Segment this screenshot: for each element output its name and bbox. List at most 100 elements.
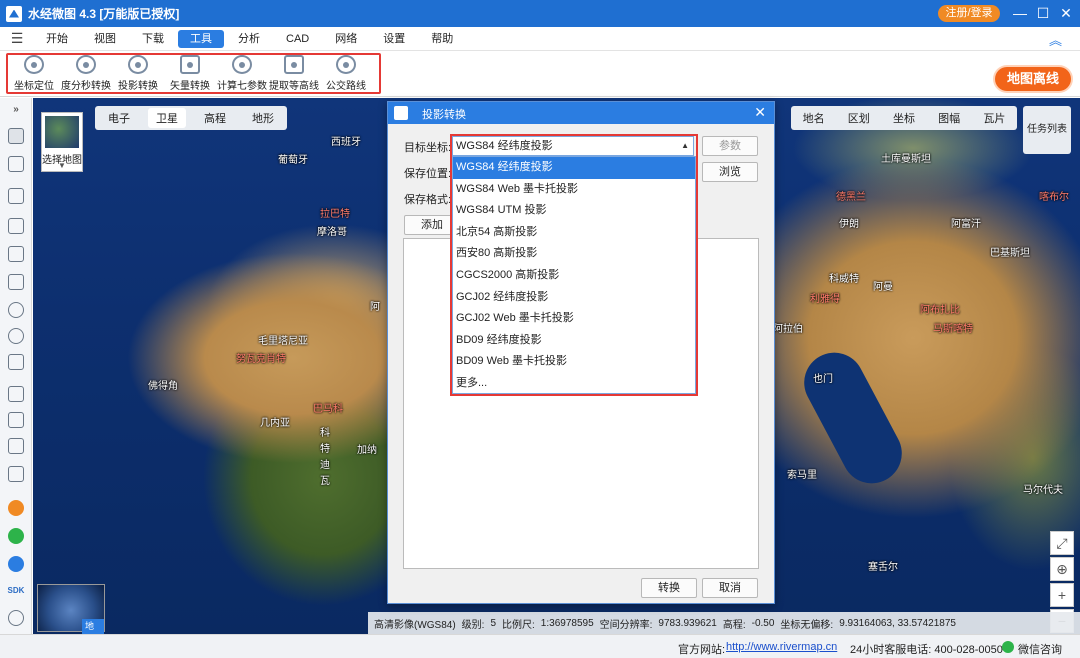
tool-label: 度分秒转换 (61, 81, 111, 92)
map-offline-button[interactable]: 地图离线 (995, 67, 1071, 91)
vector-convert-tool[interactable]: 矢量转换 (164, 55, 216, 92)
polyline-icon[interactable] (8, 218, 24, 234)
tab-electronic[interactable]: 电子 (100, 108, 138, 128)
option-wgs84-web-mercator[interactable]: WGS84 Web 墨卡托投影 (453, 179, 695, 201)
menu-view[interactable]: 视图 (82, 30, 128, 48)
wechat-icon (1002, 641, 1014, 653)
map-label: 巴基斯坦 (990, 248, 1030, 259)
tab-coordinate[interactable]: 坐标 (893, 110, 915, 126)
map-label: 马尔代夫 (1023, 485, 1063, 496)
pan-hand-icon[interactable] (8, 128, 24, 144)
fullscreen-icon[interactable]: ⤢ (1050, 531, 1074, 555)
option-bd09-web-mercator[interactable]: BD09 Web 墨卡托投影 (453, 351, 695, 373)
menu-cad[interactable]: CAD (274, 30, 321, 48)
expand-icon[interactable]: » (0, 104, 32, 115)
share-icon[interactable] (8, 556, 24, 572)
collapse-ribbon-icon[interactable]: ︽ (1049, 30, 1062, 49)
map-label: 迪 (320, 460, 330, 471)
map-label: 索马里 (787, 470, 817, 481)
circle-icon[interactable] (8, 302, 24, 318)
select-arrow-icon[interactable] (8, 156, 24, 172)
map-status-bar: 高清影像(WGS84) 级别: 5 比例尺: 1:36978595 空间分辨率:… (368, 612, 1080, 634)
cancel-button[interactable]: 取消 (702, 578, 758, 598)
projection-dialog: 投影转换 ✕ 目标坐标: WGS84 经纬度投影 ▲ 参数 保存位置: 浏览 保… (387, 101, 775, 604)
moon-icon[interactable] (8, 328, 24, 344)
status-source: 高清影像(WGS84) (374, 619, 456, 631)
save-format-label: 保存格式: (404, 194, 452, 206)
globe-toggle[interactable]: 地球 (37, 584, 105, 634)
map-label: 毛里塔尼亚 (258, 336, 308, 347)
map-label: 马斯喀特 (933, 324, 973, 335)
option-beijing54-gauss[interactable]: 北京54 高斯投影 (453, 222, 695, 244)
option-xian80-gauss[interactable]: 西安80 高斯投影 (453, 243, 695, 265)
contour-extract-tool[interactable]: 提取等高线 (268, 55, 320, 92)
task-list-button[interactable]: 任务列表 (1023, 106, 1071, 154)
tab-elevation[interactable]: 高程 (196, 108, 234, 128)
tab-terrain[interactable]: 地形 (244, 108, 282, 128)
coordinate-locate-tool[interactable]: 坐标定位 (8, 55, 60, 92)
help-icon[interactable] (8, 610, 24, 626)
menu-network[interactable]: 网络 (323, 30, 369, 48)
text-icon[interactable] (8, 354, 24, 370)
link-icon[interactable] (8, 528, 24, 544)
option-bd09-latlon[interactable]: BD09 经纬度投影 (453, 330, 695, 352)
option-more[interactable]: 更多... (453, 373, 695, 395)
bus-route-tool[interactable]: 公交路线 (320, 55, 372, 92)
basemap-selector[interactable]: 选择地图 ▼ (41, 112, 83, 172)
option-wgs84-utm[interactable]: WGS84 UTM 投影 (453, 200, 695, 222)
params-button[interactable]: 参数 (702, 136, 758, 156)
menu-bar: ☰ 开始 视图 下载 工具 分析 CAD 网络 设置 帮助 ︽ (0, 27, 1080, 51)
tab-tile[interactable]: 瓦片 (983, 110, 1005, 126)
map-label: 土库曼斯坦 (881, 154, 931, 165)
sdk-icon[interactable]: SDK (0, 586, 32, 595)
menu-settings[interactable]: 设置 (371, 30, 417, 48)
zoom-in-button[interactable]: + (1050, 583, 1074, 607)
app-circle-icon[interactable] (8, 500, 24, 516)
dms-convert-tool[interactable]: 度分秒转换 (60, 55, 112, 92)
menu-download[interactable]: 下载 (130, 30, 176, 48)
map-label: 阿富汗 (951, 219, 981, 230)
minimize-icon[interactable]: — (1010, 4, 1030, 22)
option-gcj02-latlon[interactable]: GCJ02 经纬度投影 (453, 287, 695, 309)
menu-tools[interactable]: 工具 (178, 29, 224, 48)
menu-start[interactable]: 开始 (34, 30, 80, 48)
projection-convert-tool[interactable]: 投影转换 (112, 55, 164, 92)
menu-help[interactable]: 帮助 (419, 30, 465, 48)
degree-icon (76, 55, 96, 74)
tool-label: 提取等高线 (269, 81, 319, 92)
hamburger-menu-icon[interactable]: ☰ (0, 30, 34, 47)
tab-satellite[interactable]: 卫星 (148, 108, 186, 128)
seven-params-tool[interactable]: 计算七参数 (216, 55, 268, 92)
menu-analysis[interactable]: 分析 (226, 30, 272, 48)
measure-icon[interactable] (8, 438, 24, 454)
status-res-label: 空间分辨率: (599, 619, 653, 631)
tab-sheet[interactable]: 图幅 (938, 110, 960, 126)
shape-icon[interactable] (8, 274, 24, 290)
login-button[interactable]: 注册/登录 (938, 5, 1000, 22)
map-label: 摩洛哥 (317, 227, 347, 238)
layer-icon[interactable] (8, 386, 24, 402)
rectangle-icon[interactable] (8, 246, 24, 262)
close-window-icon[interactable]: ✕ (1056, 4, 1076, 22)
option-gcj02-web-mercator[interactable]: GCJ02 Web 墨卡托投影 (453, 308, 695, 330)
map-label: 佛得角 (148, 381, 178, 392)
tab-district[interactable]: 区划 (848, 110, 870, 126)
print-icon[interactable] (8, 412, 24, 428)
status-scale: 1:36978595 (540, 617, 594, 629)
status-coord: 9.93164063, 33.57421875 (839, 617, 956, 629)
polygon-icon[interactable] (8, 188, 24, 204)
ruler-icon[interactable] (8, 466, 24, 482)
locate-icon[interactable]: ⊕ (1050, 557, 1074, 581)
crosshair-icon (24, 55, 44, 74)
site-link[interactable]: http://www.rivermap.cn (726, 641, 837, 653)
maximize-icon[interactable]: ☐ (1033, 4, 1053, 22)
browse-button[interactable]: 浏览 (702, 162, 758, 182)
close-icon[interactable]: ✕ (754, 104, 766, 121)
convert-button[interactable]: 转换 (641, 578, 697, 598)
map-label: 德黑兰 (836, 192, 866, 203)
wechat-consult-link[interactable]: 微信咨询 (1018, 641, 1062, 657)
option-cgcs2000-gauss[interactable]: CGCS2000 高斯投影 (453, 265, 695, 287)
status-coord-label: 坐标无偏移: (780, 619, 834, 631)
option-wgs84-latlon[interactable]: WGS84 经纬度投影 (453, 157, 695, 179)
tab-placename[interactable]: 地名 (803, 110, 825, 126)
